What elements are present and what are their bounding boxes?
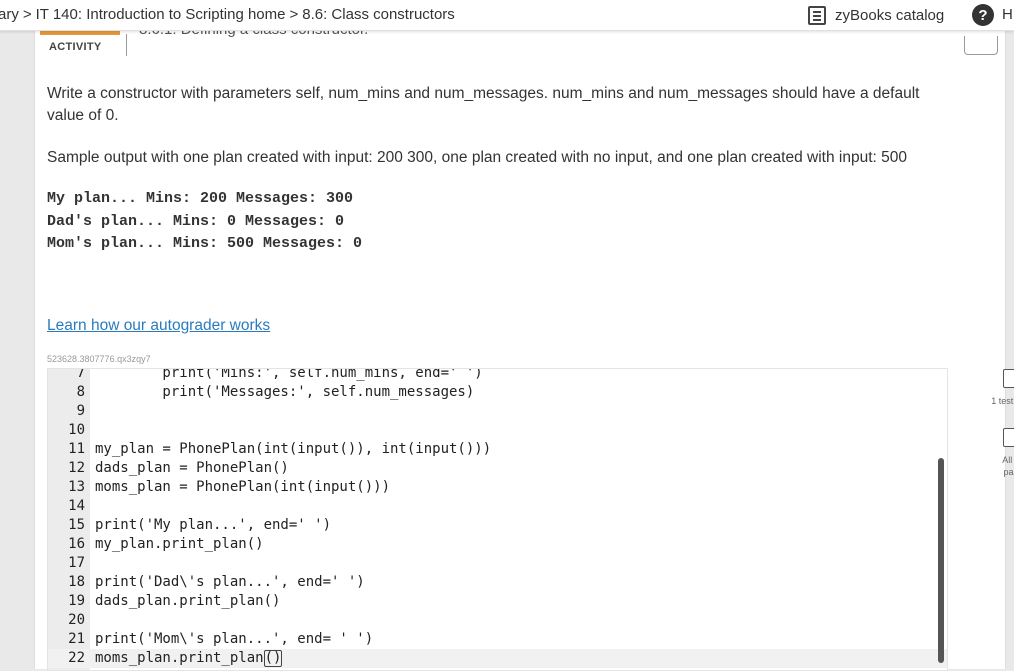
activity-card: Write a constructor with parameters self… xyxy=(34,66,1014,671)
code-text-content: print('My plan...', end=' ') xyxy=(95,517,332,533)
code-text[interactable]: dads_plan = PhonePlan() xyxy=(95,459,289,478)
line-number: 7 xyxy=(76,368,85,381)
code-text-content: moms_plan = PhonePlan(int(input())) xyxy=(95,479,391,495)
code-text[interactable]: my_plan = PhonePlan(int(input()), int(in… xyxy=(95,440,491,459)
code-text-content: my_plan = PhonePlan(int(input()), int(in… xyxy=(95,441,492,457)
autograder-link[interactable]: Learn how our autograder works xyxy=(47,317,270,335)
line-number: 11 xyxy=(68,441,85,457)
top-navigation-bar: ary > IT 140: Introduction to Scripting ho… xyxy=(0,0,1014,31)
code-editor[interactable]: 7 print('Mins:', self.num_mins, end=' ')… xyxy=(47,368,948,671)
activity-header: ACTIVITY 8.6.1: Defining a class constru… xyxy=(34,30,1006,66)
code-line[interactable]: 16 my_plan.print_plan() xyxy=(48,535,947,554)
line-number: 12 xyxy=(68,460,85,476)
line-number: 22 xyxy=(68,650,85,666)
line-number: 18 xyxy=(68,574,85,590)
code-line[interactable]: 15 print('My plan...', end=' ') xyxy=(48,516,947,535)
code-line[interactable]: 8 print('Messages:', self.num_messages) xyxy=(48,383,947,402)
sample-output-intro: Sample output with one plan created with… xyxy=(47,149,907,166)
line-number: 21 xyxy=(68,631,85,647)
code-text[interactable]: moms_plan = PhonePlan(int(input())) xyxy=(95,478,390,497)
code-line[interactable]: 14 xyxy=(48,497,947,516)
breadcrumb-separator: > xyxy=(22,6,32,23)
breadcrumb-separator: > xyxy=(289,6,299,23)
code-line[interactable]: 20 xyxy=(48,611,947,630)
code-line[interactable]: 13 moms_plan = PhonePlan(int(input())) xyxy=(48,478,947,497)
code-text-content: print('Dad\'s plan...', end=' ') xyxy=(95,574,365,590)
code-text-content: print('Mins:', self.num_mins, end=' ') xyxy=(95,368,483,381)
code-text[interactable]: dads_plan.print_plan() xyxy=(95,592,280,611)
code-line[interactable]: 11 my_plan = PhonePlan(int(input()), int(… xyxy=(48,440,947,459)
line-number: 17 xyxy=(68,555,85,571)
zybooks-catalog-button[interactable]: zyBooks catalog xyxy=(808,4,944,26)
test-all-label: All tests passed xyxy=(1002,455,1014,477)
code-line[interactable]: 12 dads_plan = PhonePlan() xyxy=(48,459,947,478)
line-number: 13 xyxy=(68,479,85,495)
output-line: My plan... Mins: 200 Messages: 300 xyxy=(47,190,354,207)
help-icon[interactable]: ? xyxy=(972,4,994,26)
code-text[interactable]: print('Mins:', self.num_mins, end=' ') xyxy=(95,368,483,383)
output-line: Mom's plan... Mins: 500 Messages: 0 xyxy=(47,235,363,252)
code-line[interactable]: 18 print('Dad\'s plan...', end=' ') xyxy=(48,573,947,592)
line-number: 14 xyxy=(68,498,85,514)
code-text[interactable]: my_plan.print_plan() xyxy=(95,535,264,554)
line-number: 19 xyxy=(68,593,85,609)
test-1-label: 1 test passed xyxy=(991,396,1014,406)
code-text[interactable]: print('My plan...', end=' ') xyxy=(95,516,331,535)
breadcrumb-section: 8.6: Class constructors xyxy=(302,6,455,23)
test-all-checkbox-icon xyxy=(1003,428,1014,447)
code-line[interactable]: 22 moms_plan.print_plan() xyxy=(48,649,947,668)
line-number: 15 xyxy=(68,517,85,533)
code-text[interactable]: print('Mom\'s plan...', end= ' ') xyxy=(95,630,373,649)
prompt-text: Write a constructor with parameters self… xyxy=(47,85,920,124)
code-text-content: dads_plan.print_plan() xyxy=(95,593,281,609)
code-text[interactable]: print('Dad\'s plan...', end=' ') xyxy=(95,573,365,592)
code-text-content: dads_plan = PhonePlan() xyxy=(95,460,289,476)
line-number: 20 xyxy=(68,612,85,628)
code-lines[interactable]: 7 print('Mins:', self.num_mins, end=' ')… xyxy=(48,368,947,668)
code-text-content: my_plan.print_plan() xyxy=(95,536,264,552)
bookmark-icon[interactable] xyxy=(964,36,998,55)
catalog-book-icon xyxy=(808,5,826,25)
activity-title-clip: 8.6.1: Defining a class constructor. xyxy=(127,30,947,39)
catalog-label: zyBooks catalog xyxy=(835,6,945,24)
code-line[interactable]: 17 xyxy=(48,554,947,573)
code-text-content: print('Mom\'s plan...', end= ' ') xyxy=(95,631,374,647)
line-number: 9 xyxy=(76,403,85,419)
code-line[interactable]: 21 print('Mom\'s plan...', end= ' ') xyxy=(48,630,947,649)
breadcrumb-course-link[interactable]: IT 140: Introduction to Scripting home xyxy=(36,6,286,23)
truncated-menu-text[interactable]: H xyxy=(1002,6,1013,23)
test-1-checkbox-icon xyxy=(1003,369,1014,388)
code-line[interactable]: 7 print('Mins:', self.num_mins, end=' ') xyxy=(48,368,947,383)
line-number: 10 xyxy=(68,422,85,438)
sample-output: My plan... Mins: 200 Messages: 300 Dad's … xyxy=(47,188,362,256)
code-text[interactable]: print('Messages:', self.num_messages) xyxy=(95,383,474,402)
activity-label: ACTIVITY xyxy=(49,41,102,53)
line-number: 16 xyxy=(68,536,85,552)
breadcrumb: ary > IT 140: Introduction to Scripting ho… xyxy=(0,6,455,23)
output-line: Dad's plan... Mins: 0 Messages: 0 xyxy=(47,212,345,230)
code-line[interactable]: 9 xyxy=(48,402,947,421)
editor-scrollbar[interactable] xyxy=(938,458,944,663)
code-text[interactable]: moms_plan.print_plan() xyxy=(95,649,283,668)
code-line[interactable]: 19 dads_plan.print_plan() xyxy=(48,592,947,611)
breadcrumb-library-link[interactable]: ary xyxy=(0,6,19,23)
line-number: 8 xyxy=(76,384,85,400)
code-text-content: moms_plan.print_plan xyxy=(95,650,264,666)
activity-id: 523628.3807776.qx3zqy7 xyxy=(47,354,151,364)
code-text-content: print('Messages:', self.num_messages) xyxy=(95,384,475,400)
cursor-bracket-highlight: () xyxy=(263,650,283,667)
activity-title: 8.6.1: Defining a class constructor. xyxy=(139,30,368,38)
code-line[interactable]: 10 xyxy=(48,421,947,440)
